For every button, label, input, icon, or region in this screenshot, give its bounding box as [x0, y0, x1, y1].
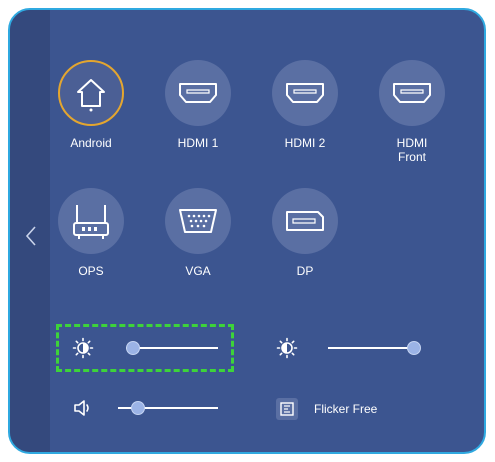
- source-dp-circle: [272, 188, 338, 254]
- source-hdmi1-circle: [165, 60, 231, 126]
- source-android[interactable]: Android: [46, 60, 136, 150]
- flicker-free-icon: [280, 402, 294, 416]
- source-hdmi1[interactable]: HDMI 1: [153, 60, 243, 150]
- displayport-icon: [286, 211, 324, 231]
- source-ops[interactable]: OPS: [46, 188, 136, 278]
- source-vga-circle: [165, 188, 231, 254]
- vga-icon: [179, 209, 217, 233]
- source-label: VGA: [185, 264, 211, 278]
- hdmi-icon: [286, 83, 324, 103]
- source-label: HDMI 2: [284, 136, 326, 150]
- volume-icon: [74, 400, 89, 416]
- source-hdmi-front-circle: [379, 60, 445, 126]
- brightness-control-icon: [72, 337, 94, 359]
- router-icon: [73, 205, 109, 239]
- slider-knob[interactable]: [407, 341, 421, 355]
- source-hdmi2[interactable]: HDMI 2: [260, 60, 350, 150]
- home-icon: [77, 79, 105, 112]
- back-button[interactable]: [18, 218, 44, 254]
- source-hdmi2-circle: [272, 60, 338, 126]
- brightness-icon: [72, 337, 94, 359]
- source-label: HDMI 1: [177, 136, 219, 150]
- flicker-free-button[interactable]: Flicker Free: [276, 398, 377, 420]
- slider-knob[interactable]: [126, 341, 141, 355]
- source-dp[interactable]: DP: [260, 188, 350, 278]
- source-vga[interactable]: VGA: [153, 188, 243, 278]
- input-source-panel: Android HDMI 1 HDMI 2 HDMI Front OPS VGA…: [8, 8, 486, 454]
- volume-control-icon: [72, 397, 94, 419]
- brightness-slider[interactable]: [126, 341, 218, 355]
- slider-track: [328, 347, 414, 349]
- flicker-free-label: Flicker Free: [314, 402, 378, 416]
- source-label: DP: [296, 264, 314, 278]
- source-label: HDMI Front: [396, 136, 428, 164]
- hdmi-icon: [179, 83, 217, 103]
- source-label: OPS: [78, 264, 104, 278]
- source-label: Android: [70, 136, 112, 150]
- hdmi-icon: [393, 83, 431, 103]
- flicker-free-icon-box: [276, 398, 298, 420]
- source-hdmi-front[interactable]: HDMI Front: [367, 60, 457, 164]
- volume-slider[interactable]: [118, 401, 218, 415]
- contrast-icon: [276, 337, 298, 359]
- chevron-left-icon: [25, 226, 36, 246]
- source-android-circle: [58, 60, 124, 126]
- source-ops-circle: [58, 188, 124, 254]
- contrast-control-icon: [276, 337, 298, 359]
- slider-knob[interactable]: [131, 401, 145, 415]
- contrast-slider[interactable]: [328, 341, 421, 355]
